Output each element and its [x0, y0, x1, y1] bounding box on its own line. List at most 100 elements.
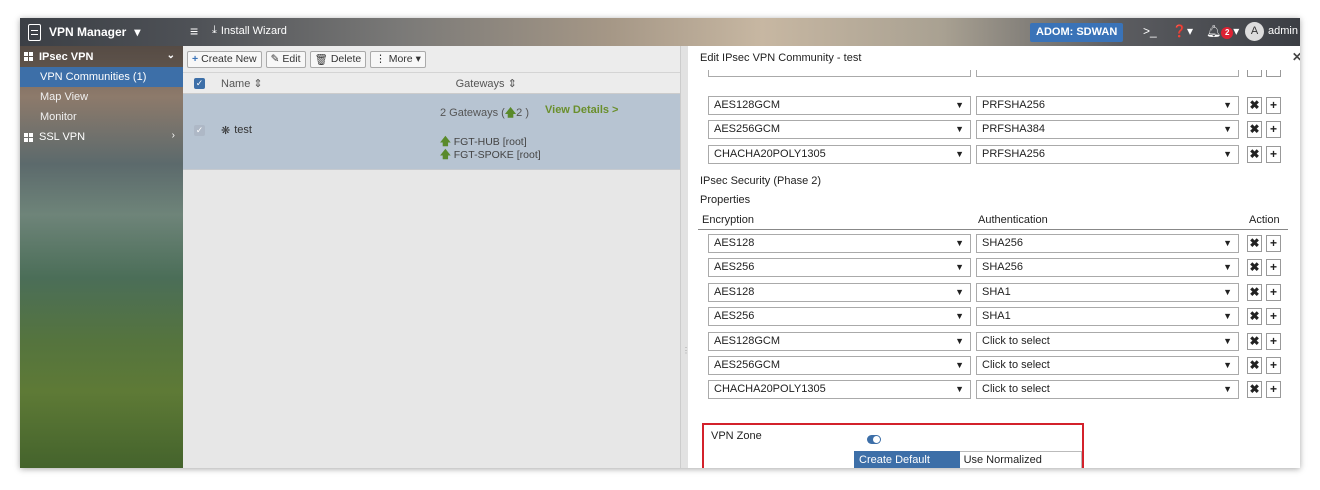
remove-row-button[interactable]: ✖	[1247, 381, 1262, 399]
add-row-button[interactable]: +	[1266, 308, 1281, 326]
create-new-button[interactable]: + Create New	[187, 50, 262, 68]
remove-row-button[interactable]: ✖	[1247, 283, 1262, 301]
encryption-value: CHACHA20POLY1305	[714, 383, 826, 396]
delete-label: Delete	[330, 53, 362, 65]
add-row-button[interactable]: +	[1266, 381, 1281, 399]
column-header-gateways[interactable]: Gateways ⇕	[456, 77, 517, 90]
remove-row-button[interactable]	[1247, 70, 1262, 77]
ssl-vpn-icon	[24, 132, 33, 142]
notification-badge: 2	[1221, 27, 1234, 39]
authentication-select[interactable]: Click to select ▼	[976, 331, 1239, 351]
caret-down-icon: ▼	[1223, 335, 1232, 346]
vpn-zone-label: VPN Zone	[711, 430, 762, 442]
add-row-button[interactable]: +	[1266, 235, 1281, 252]
encryption-select[interactable]: AES256GCM ▼	[708, 356, 971, 375]
install-wizard-label: Install Wizard	[220, 24, 287, 37]
create-default-zones-option[interactable]: Create Default Zones	[854, 451, 960, 468]
add-row-button[interactable]: +	[1266, 97, 1281, 114]
authentication-select[interactable]: Click to select ▼	[976, 356, 1239, 375]
caret-down-icon: ▼	[1223, 262, 1232, 273]
authentication-select[interactable]: SHA256 ▼	[976, 234, 1239, 253]
avatar[interactable]: A	[1245, 22, 1264, 41]
app-title[interactable]: VPN Manager ▾	[28, 23, 140, 41]
remove-row-button[interactable]: ✖	[1247, 121, 1262, 139]
user-name[interactable]: admin	[1268, 25, 1298, 37]
view-details-link[interactable]: View Details >	[545, 104, 618, 116]
remove-row-button[interactable]: ✖	[1247, 357, 1262, 374]
encryption-select[interactable]: AES128 ▼	[708, 282, 971, 302]
sidebar-item-monitor[interactable]: Monitor	[20, 107, 183, 127]
bell-icon[interactable]: 🔔︎ 2 ▾	[1206, 24, 1239, 39]
trash-icon: 🗑︎	[314, 53, 328, 66]
encryption-select[interactable]: AES256 ▼	[708, 258, 971, 278]
encryption-select[interactable]: AES256 ▼	[708, 307, 971, 327]
add-row-button[interactable]: +	[1266, 145, 1281, 163]
encryption-select[interactable]: CHACHA20POLY1305 ▼	[708, 144, 971, 164]
encryption-select[interactable]: AES128GCM ▼	[708, 96, 971, 115]
encryption-select[interactable]: CHACHA20POLY1305 ▼	[708, 380, 971, 400]
sidebar-group-ssl-vpn[interactable]: SSL VPN ›	[20, 127, 183, 147]
vpn-zone-toggle[interactable]	[867, 435, 881, 444]
remove-row-button[interactable]: ✖	[1247, 97, 1262, 114]
authentication-select[interactable]: SHA1 ▼	[976, 307, 1239, 327]
add-row-button[interactable]: +	[1266, 357, 1281, 374]
hamburger-menu-icon[interactable]: ≡	[190, 23, 198, 39]
encryption-select[interactable]: AES128 ▼	[708, 234, 971, 253]
authentication-select[interactable]: PRFSHA256 ▼	[976, 144, 1239, 164]
toolbar: + Create New ✎ Edit 🗑︎ Delete ⋮ More ▾	[183, 46, 680, 72]
caret-down-icon: ▼	[955, 100, 964, 110]
cli-console-icon[interactable]: >_	[1143, 24, 1157, 38]
encryption-value: AES256	[714, 310, 755, 323]
more-label: More	[388, 53, 413, 65]
edit-button[interactable]: ✎ Edit	[265, 50, 306, 68]
column-header-name[interactable]: Name ⇕	[221, 77, 263, 90]
close-icon[interactable]: ✕	[1292, 50, 1300, 64]
panel-splitter[interactable]: ⋮	[680, 46, 690, 468]
caret-down-icon: ▼	[955, 384, 964, 395]
chevron-down-icon: ⌄	[166, 50, 175, 61]
add-row-button[interactable]	[1266, 70, 1281, 77]
help-icon[interactable]: ❓▾	[1172, 24, 1193, 38]
delete-button[interactable]: 🗑︎ Delete	[309, 50, 367, 68]
caret-down-icon: ▼	[1223, 124, 1232, 135]
sidebar-item-map-view[interactable]: Map View	[20, 87, 183, 107]
encryption-select[interactable]: AES128GCM ▼	[708, 331, 971, 351]
more-button[interactable]: ⋮ More ▾	[370, 50, 426, 68]
row-checkbox[interactable]: ✓	[194, 125, 205, 136]
remove-row-button[interactable]: ✖	[1247, 308, 1262, 326]
encryption-value: AES128GCM	[714, 334, 781, 347]
use-normalized-interface-option[interactable]: Use Normalized Interface	[959, 451, 1082, 468]
select-all-checkbox[interactable]: ✓	[194, 77, 205, 89]
remove-row-button[interactable]: ✖	[1247, 259, 1262, 277]
remove-row-button[interactable]: ✖	[1247, 145, 1262, 163]
authentication-select[interactable]: Click to select ▼	[976, 380, 1239, 400]
create-new-label: Create New	[201, 53, 257, 65]
sidebar-group-label: IPsec VPN	[39, 50, 94, 63]
remove-row-button[interactable]: ✖	[1247, 235, 1262, 252]
sidebar-group-ipsec-vpn[interactable]: IPsec VPN ⌄	[20, 46, 183, 67]
edit-label: Edit	[282, 53, 301, 65]
authentication-select[interactable]: SHA256 ▼	[976, 258, 1239, 278]
install-wizard-button[interactable]: ⤓ Install Wizard	[212, 24, 287, 37]
encryption-value: AES256GCM	[714, 359, 781, 371]
edit-community-panel: Edit IPsec VPN Community - test ✕ AES128…	[688, 46, 1300, 468]
add-row-button[interactable]: +	[1266, 259, 1281, 277]
authentication-select[interactable]	[976, 70, 1239, 77]
encryption-select[interactable]	[708, 70, 971, 77]
authentication-select[interactable]: PRFSHA384 ▼	[976, 120, 1239, 140]
authentication-value: SHA256	[982, 237, 1023, 249]
encryption-value: AES256GCM	[714, 123, 781, 136]
adom-selector[interactable]: ADOM: SDWAN	[1030, 23, 1124, 42]
remove-row-button[interactable]: ✖	[1247, 332, 1262, 350]
add-row-button[interactable]: +	[1266, 121, 1281, 139]
authentication-value: SHA1	[982, 285, 1011, 298]
table-row[interactable]: ✓ ❋ test 2 Gateways (🡅2 ) View Details >…	[183, 94, 680, 170]
vpn-zone-highlight: VPN Zone Create Default Zones Use Normal…	[702, 423, 1084, 468]
sidebar-item-vpn-communities[interactable]: VPN Communities (1)	[20, 67, 183, 87]
authentication-select[interactable]: SHA1 ▼	[976, 282, 1239, 302]
add-row-button[interactable]: +	[1266, 332, 1281, 350]
add-row-button[interactable]: +	[1266, 283, 1281, 301]
encryption-select[interactable]: AES256GCM ▼	[708, 120, 971, 140]
authentication-select[interactable]: PRFSHA256 ▼	[976, 96, 1239, 115]
sidebar: IPsec VPN ⌄ VPN Communities (1) Map View…	[20, 46, 183, 468]
